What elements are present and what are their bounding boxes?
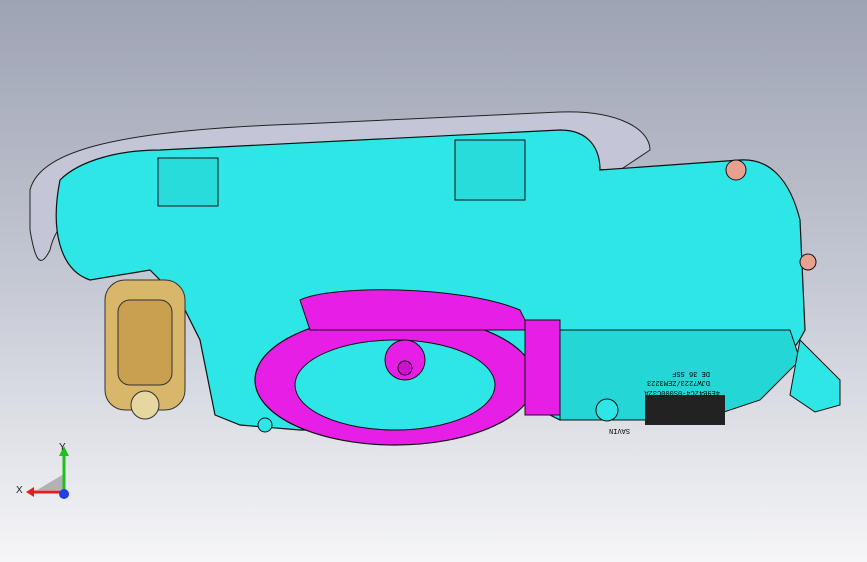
coordinate-triad: X Y <box>12 440 82 510</box>
housing-tab <box>789 338 841 413</box>
bracket-left <box>157 157 219 207</box>
pin-side <box>799 253 817 271</box>
cad-viewport[interactable]: DJW7223/ZEM3223 4E9B42C4-0S000C32A DE 36… <box>0 0 867 562</box>
connector-assembly <box>104 279 186 420</box>
bracket-right <box>454 139 526 201</box>
x-axis-label: X <box>16 485 23 496</box>
triad-axes-icon <box>26 446 69 499</box>
label-line-3: DE 36 SSF <box>672 369 710 377</box>
barcode <box>645 395 725 425</box>
screw-hole <box>595 398 619 422</box>
label-line-1: DJW7223/ZEM3223 <box>647 378 710 386</box>
ring-boss-hole <box>397 360 413 376</box>
label-brand: SAVIN <box>609 426 630 434</box>
pin-top <box>725 159 747 181</box>
label-line-2: 4E9B42C4-0S000C32A <box>644 388 720 396</box>
ring-bracket <box>524 319 561 416</box>
bottom-knob <box>257 417 273 433</box>
3d-model-assembly[interactable]: DJW7223/ZEM3223 4E9B42C4-0S000C32A DE 36… <box>0 0 867 562</box>
y-axis-label: Y <box>59 442 66 453</box>
